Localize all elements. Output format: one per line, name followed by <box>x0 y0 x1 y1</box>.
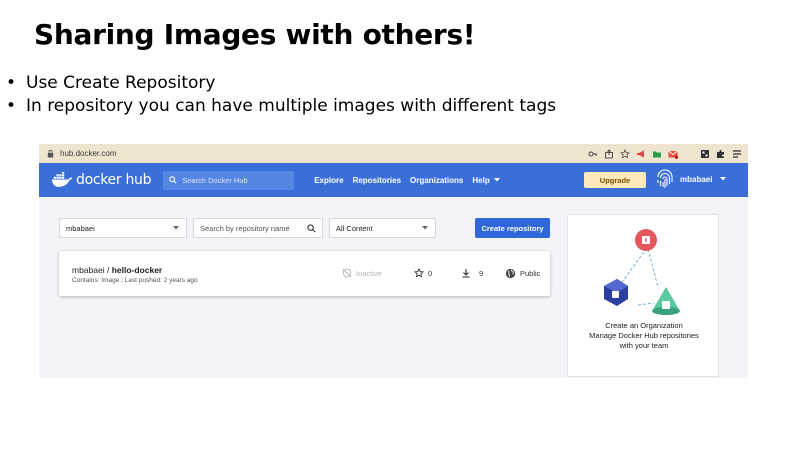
chevron-down-icon[interactable] <box>720 177 726 181</box>
repository-row[interactable]: mbabaei / hello-docker Contains: Image |… <box>59 251 550 296</box>
shield-off-icon <box>342 268 352 278</box>
pull-count: 9 <box>461 268 483 278</box>
qr-icon[interactable] <box>700 149 710 159</box>
repository-title[interactable]: mbabaei / hello-docker <box>72 265 162 275</box>
search-icon <box>307 223 316 232</box>
org-promo-title[interactable]: Create an Organization <box>568 321 720 331</box>
megaphone-icon[interactable] <box>636 149 646 159</box>
bullet-list: • Use Create Repository • In repository yo… <box>6 72 556 118</box>
dockerhub-navbar: docker hub Explore Repositories Organiza… <box>39 163 748 197</box>
bullet-text: In repository you can have multiple imag… <box>26 96 557 116</box>
bullet-dot: • <box>6 73 17 93</box>
namespace-select[interactable]: mbabaei <box>59 218 187 238</box>
visibility-text: Public <box>520 269 541 278</box>
nav-repositories[interactable]: Repositories <box>353 176 401 185</box>
repository-search-box[interactable] <box>193 218 323 238</box>
dockerhub-logo[interactable]: docker hub <box>51 172 152 188</box>
repository-search-input[interactable] <box>200 223 296 233</box>
org-promo-line: Manage Docker Hub repositories <box>589 331 699 340</box>
dockerhub-screenshot: hub.docker.com docker hub Expl <box>39 144 748 378</box>
gmail-icon[interactable] <box>668 149 678 159</box>
browser-address-bar: hub.docker.com <box>39 144 748 163</box>
nav-explore[interactable]: Explore <box>314 176 343 185</box>
bullet-item: • In repository you can have multiple ima… <box>6 95 556 118</box>
lock-icon <box>47 149 54 158</box>
repo-contains: Contains: Image <box>72 277 120 284</box>
nav-organizations[interactable]: Organizations <box>410 176 463 185</box>
username-label[interactable]: mbabaei <box>680 175 712 184</box>
star-icon <box>414 268 424 278</box>
extension-icon[interactable] <box>684 149 694 159</box>
fingerprint-avatar-icon[interactable] <box>654 168 676 190</box>
upgrade-button[interactable]: Upgrade <box>584 172 646 188</box>
hub-search-input[interactable] <box>182 175 283 185</box>
share-icon[interactable] <box>604 148 614 159</box>
key-icon[interactable] <box>588 149 598 159</box>
download-icon <box>462 269 470 278</box>
content-filter-select[interactable]: All Content <box>329 218 436 238</box>
namespace-value: mbabaei <box>66 223 95 233</box>
visibility-badge: Public <box>505 268 540 279</box>
repo-owner: mbabaei <box>72 265 105 275</box>
create-repository-button[interactable]: Create repository <box>475 218 550 238</box>
puzzle-icon[interactable] <box>716 149 726 159</box>
pulls-value: 9 <box>479 268 484 278</box>
folder-icon[interactable] <box>652 149 662 159</box>
status-text: Inactive <box>356 268 382 278</box>
menu-icon[interactable] <box>732 149 742 159</box>
search-icon <box>169 176 177 184</box>
content-filter-value: All Content <box>336 223 373 233</box>
create-organization-card[interactable]: Create an Organization Manage Docker Hub… <box>567 214 719 377</box>
organization-illustration <box>604 229 680 315</box>
bullet-item: • Use Create Repository <box>6 72 556 95</box>
globe-icon <box>505 268 516 279</box>
chevron-down-icon <box>493 178 500 182</box>
repo-last-pushed: Last pushed: 2 years ago <box>124 277 198 284</box>
inactive-status: Inactive <box>342 268 382 278</box>
chevron-down-icon <box>422 226 428 230</box>
nav-help-label: Help <box>472 175 490 185</box>
repository-meta: Contains: Image | Last pushed: 2 years a… <box>72 277 198 284</box>
bullet-text: Use Create Repository <box>26 73 216 93</box>
bullet-dot: • <box>6 96 17 116</box>
url-text[interactable]: hub.docker.com <box>60 149 116 158</box>
chevron-down-icon <box>173 226 179 230</box>
stars-value: 0 <box>428 268 433 278</box>
docker-whale-icon <box>51 172 73 187</box>
logo-text: docker hub <box>76 172 152 188</box>
nav-help[interactable]: Help <box>472 175 500 185</box>
star-count: 0 <box>414 268 432 278</box>
slide-title: Sharing Images with others! <box>34 18 476 51</box>
repo-name: hello-docker <box>111 265 163 275</box>
hub-search-box[interactable] <box>163 170 295 190</box>
org-promo-line: with your team <box>619 341 669 350</box>
star-icon[interactable] <box>620 148 630 159</box>
